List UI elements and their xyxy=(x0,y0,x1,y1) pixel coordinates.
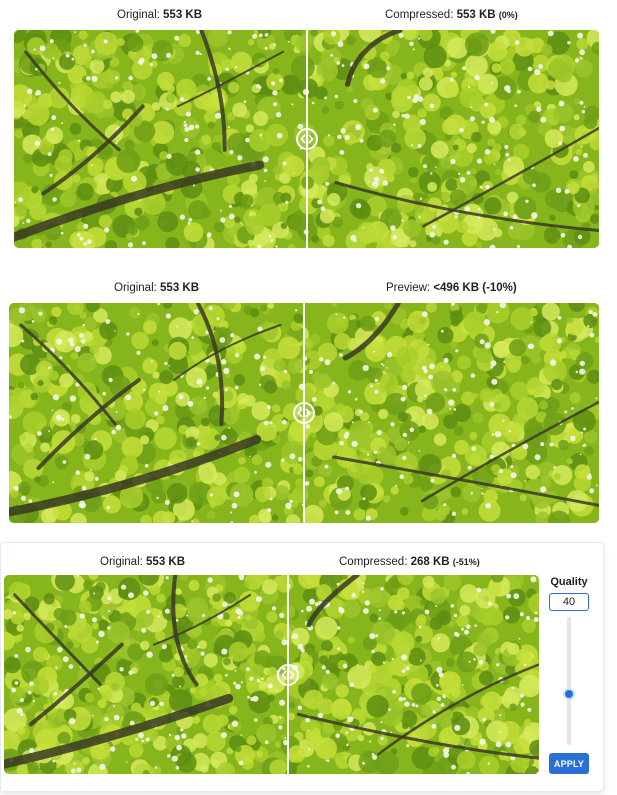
original-size-label: Original: 553 KB xyxy=(100,556,186,568)
drag-handle-icon[interactable] xyxy=(277,664,299,686)
image-comparison-viewer[interactable] xyxy=(4,575,539,774)
original-size-label: Original: 553 KB xyxy=(117,9,203,21)
compressed-size-label: Compressed: 553 KB (0%) xyxy=(385,9,518,21)
compressed-size-label: Compressed: 268 KB (-51%) xyxy=(339,556,480,568)
preview-size-label: Preview: <496 KB (-10%) xyxy=(386,282,517,294)
image-comparison-viewer[interactable] xyxy=(9,303,599,523)
quality-label: Quality xyxy=(550,576,588,588)
drag-handle-icon[interactable] xyxy=(293,402,315,424)
apply-button[interactable]: APPLY xyxy=(549,753,589,774)
original-size-label: Original: 553 KB xyxy=(114,282,200,294)
image-comparison-viewer[interactable] xyxy=(14,30,599,248)
drag-handle-icon[interactable] xyxy=(296,128,318,150)
quality-slider[interactable] xyxy=(567,617,571,745)
tree-canopy-photo xyxy=(4,575,539,774)
quality-input[interactable] xyxy=(549,593,589,611)
quality-slider-thumb[interactable] xyxy=(563,688,575,700)
